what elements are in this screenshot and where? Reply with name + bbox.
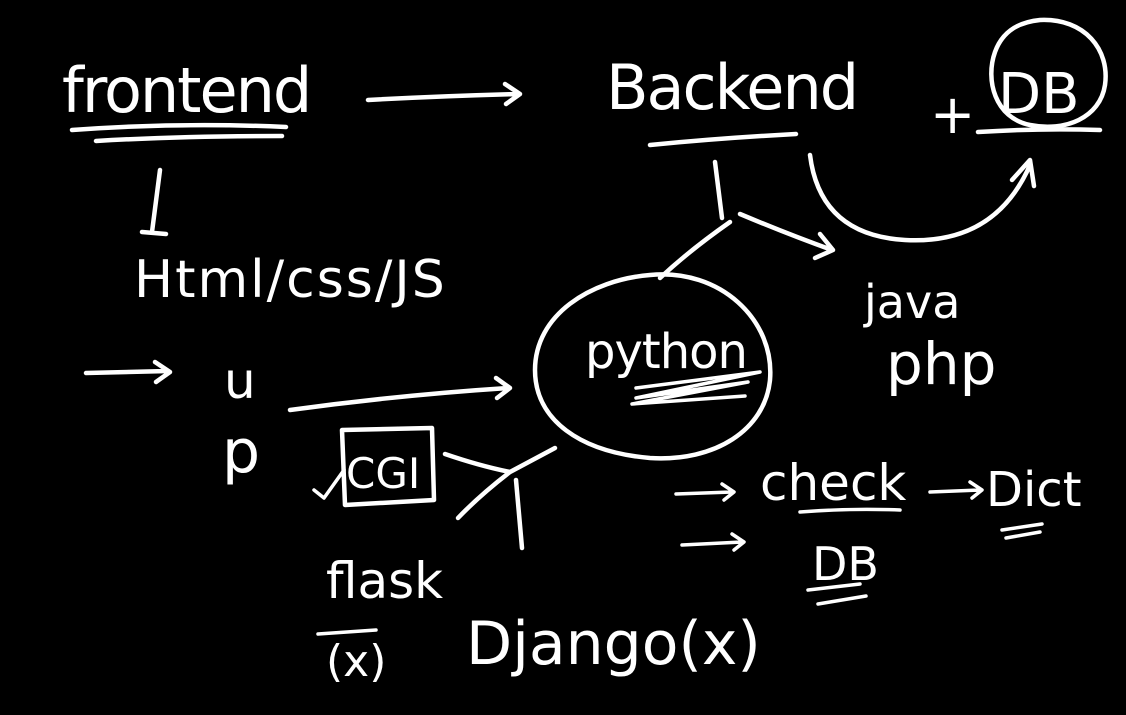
label-dict: Dict [986,462,1082,518]
label-backend: Backend [606,51,857,124]
arrow-u-to-python [287,375,513,413]
label-p: p [222,417,260,487]
label-django: Django(x) [466,609,761,679]
arrow-left-u [83,359,173,385]
label-flask: flask [326,552,443,610]
check-cgi [312,468,346,500]
label-java: java [863,275,960,329]
arrow-to-db2 [680,532,746,552]
underline-db [975,127,1103,135]
underline-dict [1000,522,1044,540]
label-u: u [224,352,256,410]
underline-flask [316,628,378,636]
label-plus: + [930,83,975,146]
label-python: python [585,324,747,380]
arrow-to-check [674,482,736,502]
underline-backend [647,131,799,148]
label-frontend: frontend [62,54,310,127]
branch-backend-stem [712,159,725,221]
label-php: php [886,330,996,398]
label-flask-note: (x) [326,636,386,687]
branch-python-bottom [442,445,558,551]
underline-frontend [69,122,289,144]
whiteboard-canvas: frontend Backend + DB Html/css/JS java p… [62,17,1108,687]
label-check: check [760,454,906,512]
arrow-frontend-to-backend [365,81,523,107]
arrow-backend-to-db [807,152,1037,243]
label-html-css-js: Html/css/JS [134,250,447,310]
branch-backend-to-python [657,219,733,281]
label-cgi: CGI [346,449,420,498]
arrow-check-to-dict [928,480,984,500]
label-db2: DB [812,537,879,591]
arrow-backend-to-java [737,211,836,261]
arrow-frontend-to-html [139,167,169,237]
